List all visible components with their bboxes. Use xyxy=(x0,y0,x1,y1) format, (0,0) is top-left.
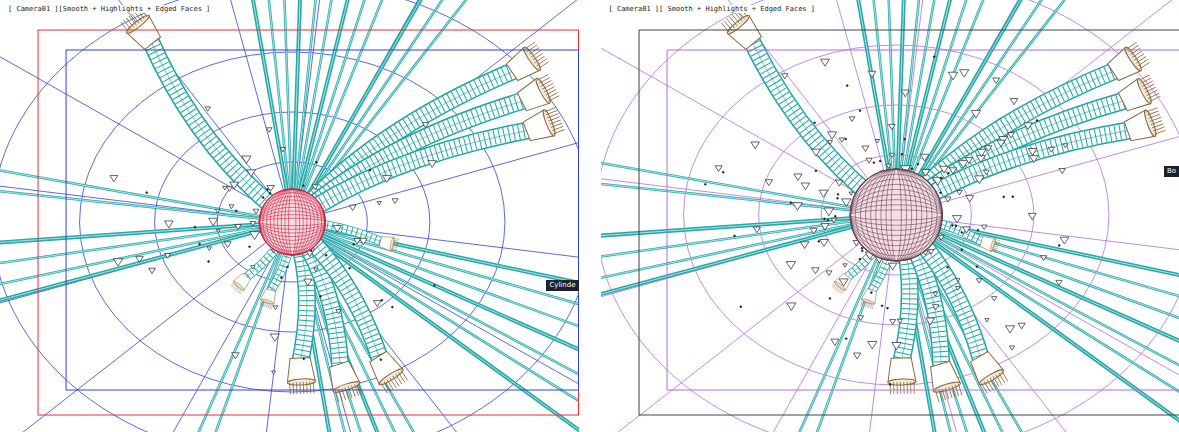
viewport[interactable]: [ Camera01 ][ Smooth + Highlights + Edge… xyxy=(601,0,1179,432)
viewport-pair: [ Camera01 ][Smooth + Highlights + Edged… xyxy=(0,0,1179,432)
nozzle-icon[interactable] xyxy=(286,357,316,395)
nozzle-icon[interactable] xyxy=(926,360,963,402)
beams xyxy=(601,0,1179,432)
tubes xyxy=(751,40,1131,368)
nozzle-icon[interactable] xyxy=(259,288,278,309)
nozzle-icon[interactable] xyxy=(504,40,550,83)
scene-canvas[interactable] xyxy=(0,0,579,432)
sphere-icon[interactable] xyxy=(850,169,942,261)
nozzles xyxy=(119,6,565,403)
viewport[interactable]: [ Camera01 ][Smooth + Highlights + Edged… xyxy=(0,0,579,432)
nozzles xyxy=(719,6,1165,402)
nozzle-icon[interactable] xyxy=(1122,106,1165,145)
nozzle-icon[interactable] xyxy=(326,360,364,403)
nozzle-icon[interactable] xyxy=(887,358,916,395)
grid xyxy=(0,0,579,432)
nozzle-icon[interactable] xyxy=(830,272,852,295)
nozzle-icon[interactable] xyxy=(1105,41,1151,84)
safe-frames xyxy=(639,30,1179,415)
particles xyxy=(110,107,436,374)
nozzle-icon[interactable] xyxy=(522,105,566,144)
viewport-label[interactable]: [ Camera01 ][ Smooth + Highlights + Edge… xyxy=(607,5,818,13)
sphere-icon[interactable] xyxy=(259,189,325,255)
safe-frames xyxy=(38,30,578,415)
object-tooltip: Cylinde xyxy=(546,280,578,291)
object-tooltip: Bo xyxy=(1164,166,1179,177)
nozzle-icon[interactable] xyxy=(979,235,1000,254)
scene-canvas[interactable] xyxy=(601,0,1179,432)
beams xyxy=(0,0,579,432)
viewport-label[interactable]: [ Camera01 ][Smooth + Highlights + Edged… xyxy=(6,5,212,13)
nozzle-icon[interactable] xyxy=(967,349,1009,394)
nozzle-icon[interactable] xyxy=(859,288,878,309)
nozzle-icon[interactable] xyxy=(379,235,400,253)
nozzle-icon[interactable] xyxy=(515,73,560,115)
nozzle-icon[interactable] xyxy=(1116,73,1161,114)
nozzle-icon[interactable] xyxy=(230,272,252,295)
tubes xyxy=(150,40,530,368)
nozzle-icon[interactable] xyxy=(366,349,409,394)
particles xyxy=(704,56,1068,386)
